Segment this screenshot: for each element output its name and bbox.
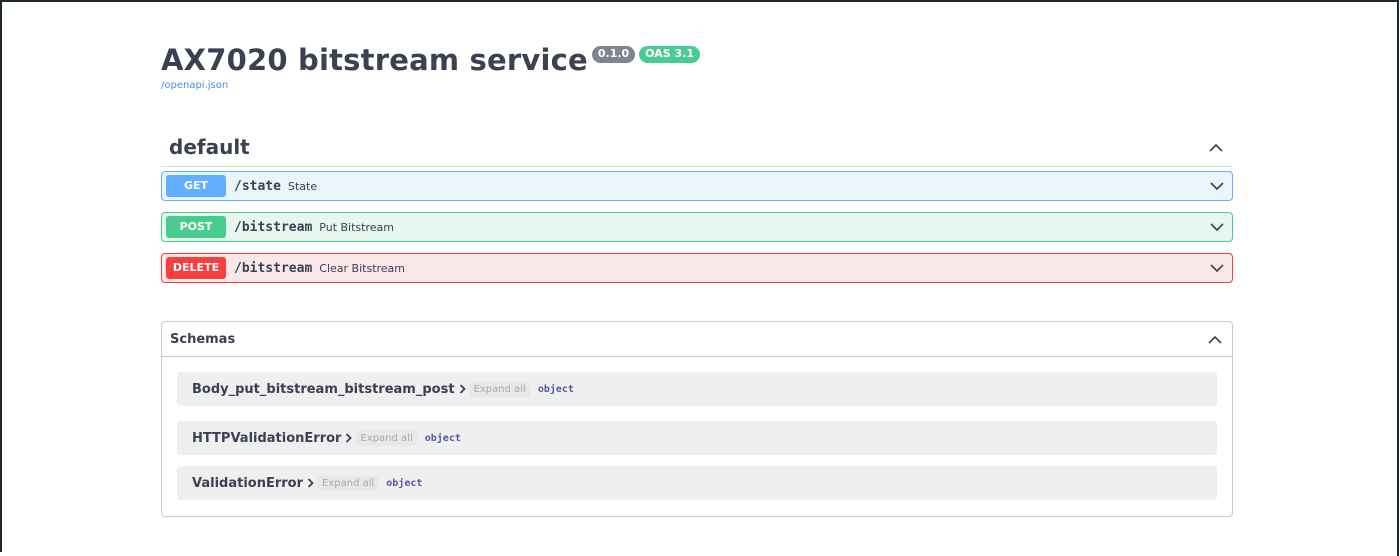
method-badge-post: POST bbox=[166, 216, 226, 238]
model-type: object bbox=[386, 477, 423, 489]
method-badge-delete: DELETE bbox=[166, 257, 226, 279]
model-validation-error[interactable]: ValidationError Expand all object bbox=[177, 466, 1217, 500]
model-name[interactable]: Body_put_bitstream_bitstream_post bbox=[192, 382, 455, 397]
oas-badge: OAS 3.1 bbox=[639, 46, 701, 63]
chevron-up-icon[interactable] bbox=[1206, 330, 1224, 348]
model-body-put-bitstream[interactable]: Body_put_bitstream_bitstream_post Expand… bbox=[177, 372, 1217, 406]
openapi-json-link[interactable]: /openapi.json bbox=[161, 80, 700, 91]
schemas-header[interactable]: Schemas bbox=[162, 322, 1232, 357]
chevron-up-icon[interactable] bbox=[1207, 138, 1225, 156]
tag-section-default: default GET /state State POST /bitstream… bbox=[161, 128, 1233, 283]
operation-path: /state bbox=[234, 178, 281, 194]
operation-get-state[interactable]: GET /state State bbox=[161, 171, 1233, 201]
model-name[interactable]: HTTPValidationError bbox=[192, 431, 341, 446]
operation-path: /bitstream bbox=[234, 219, 313, 235]
model-type: object bbox=[537, 383, 574, 395]
api-title: AX7020 bitstream service bbox=[161, 43, 588, 77]
tag-name: default bbox=[169, 135, 250, 159]
version-badge: 0.1.0 bbox=[591, 46, 636, 63]
model-name[interactable]: ValidationError bbox=[192, 476, 303, 491]
expand-all-button[interactable]: Expand all bbox=[356, 430, 417, 446]
schemas-section: Schemas Body_put_bitstream_bitstream_pos… bbox=[161, 321, 1233, 517]
operation-summary: Clear Bitstream bbox=[319, 261, 406, 275]
model-http-validation-error[interactable]: HTTPValidationError Expand all object bbox=[177, 421, 1217, 455]
operation-summary: Put Bitstream bbox=[319, 220, 394, 234]
api-info: AX7020 bitstream service 0.1.0 OAS 3.1 /… bbox=[161, 42, 701, 91]
chevron-down-icon[interactable] bbox=[1208, 259, 1226, 277]
chevron-down-icon[interactable] bbox=[1208, 218, 1226, 236]
expand-all-button[interactable]: Expand all bbox=[469, 381, 530, 397]
operation-summary: State bbox=[287, 179, 318, 193]
expand-all-button[interactable]: Expand all bbox=[318, 475, 379, 491]
model-type: object bbox=[424, 432, 461, 444]
schemas-title: Schemas bbox=[170, 331, 236, 347]
title-row: AX7020 bitstream service 0.1.0 OAS 3.1 bbox=[161, 42, 701, 78]
operation-post-bitstream[interactable]: POST /bitstream Put Bitstream bbox=[161, 212, 1233, 242]
chevron-right-icon[interactable] bbox=[307, 478, 314, 488]
tag-header-default[interactable]: default bbox=[161, 128, 1233, 167]
chevron-right-icon[interactable] bbox=[459, 384, 466, 394]
operation-delete-bitstream[interactable]: DELETE /bitstream Clear Bitstream bbox=[161, 253, 1233, 283]
chevron-right-icon[interactable] bbox=[345, 433, 353, 443]
chevron-down-icon[interactable] bbox=[1208, 177, 1226, 195]
method-badge-get: GET bbox=[166, 175, 226, 197]
operation-path: /bitstream bbox=[234, 260, 313, 276]
